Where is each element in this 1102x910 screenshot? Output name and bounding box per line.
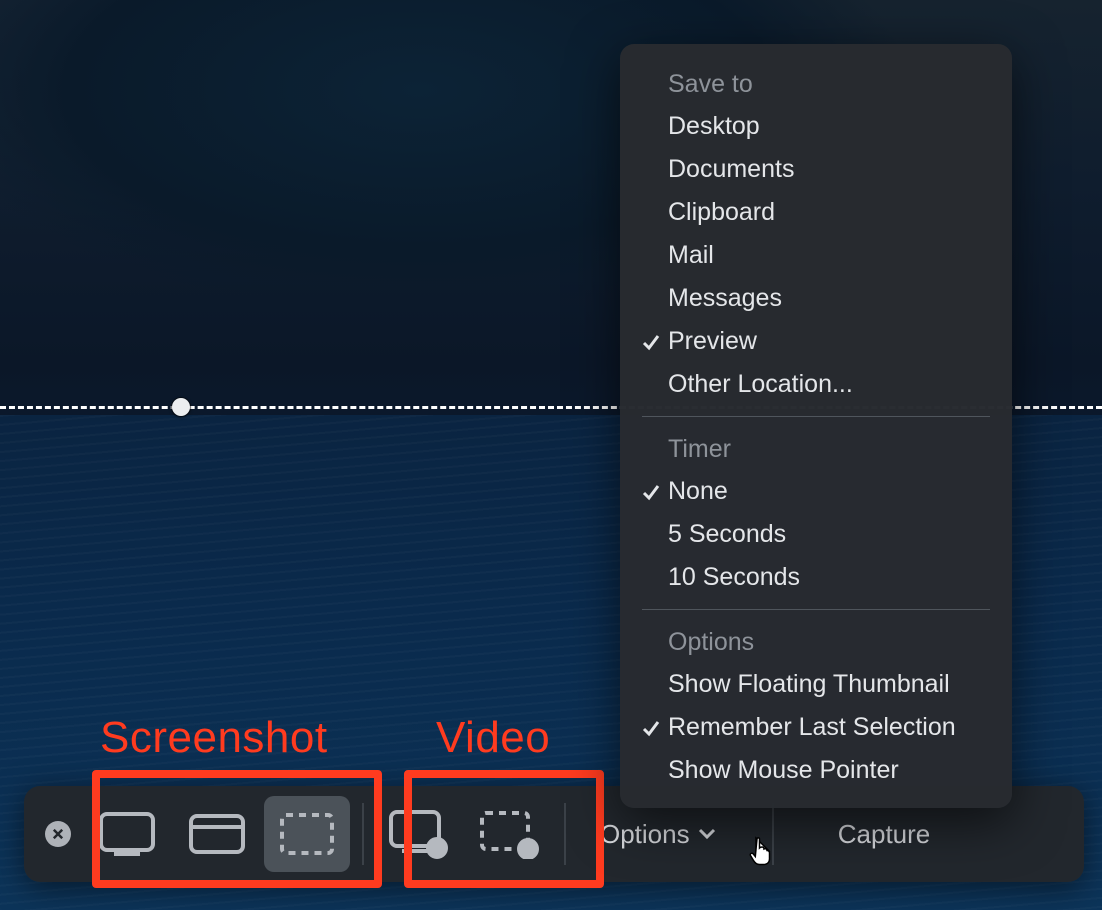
close-button[interactable]: [34, 821, 82, 847]
menu-item-label: 10 Seconds: [668, 563, 800, 592]
menu-item-label: Show Floating Thumbnail: [668, 670, 950, 699]
close-icon: [51, 827, 65, 841]
menu-item-label: Preview: [668, 327, 757, 356]
check-icon: [636, 718, 666, 738]
menu-item[interactable]: Documents: [620, 148, 1012, 191]
menu-item-label: Other Location...: [668, 370, 853, 399]
mouse-cursor-icon: [748, 836, 774, 866]
check-icon: [636, 332, 666, 352]
menu-item-label: Documents: [668, 155, 794, 184]
menu-item-label: 5 Seconds: [668, 520, 786, 549]
menu-item-label: Clipboard: [668, 198, 775, 227]
menu-separator: [642, 416, 990, 417]
menu-section-save-to: Save to: [620, 62, 1012, 105]
menu-item[interactable]: Mail: [620, 234, 1012, 277]
menu-item[interactable]: None: [620, 470, 1012, 513]
menu-item[interactable]: Other Location...: [620, 363, 1012, 406]
menu-item-label: Messages: [668, 284, 782, 313]
menu-item-label: Show Mouse Pointer: [668, 756, 899, 785]
menu-item[interactable]: Show Floating Thumbnail: [620, 663, 1012, 706]
menu-item-label: Desktop: [668, 112, 760, 141]
menu-item[interactable]: 5 Seconds: [620, 513, 1012, 556]
annotation-video-label: Video: [436, 713, 550, 763]
menu-item[interactable]: 10 Seconds: [620, 556, 1012, 599]
menu-item[interactable]: Clipboard: [620, 191, 1012, 234]
annotation-screenshot-label: Screenshot: [100, 713, 328, 763]
menu-item[interactable]: Preview: [620, 320, 1012, 363]
menu-item-label: None: [668, 477, 728, 506]
menu-item[interactable]: Desktop: [620, 105, 1012, 148]
menu-item[interactable]: Show Mouse Pointer: [620, 749, 1012, 792]
menu-section-options: Options: [620, 620, 1012, 663]
annotation-screenshot-box: [92, 770, 382, 888]
selection-handle[interactable]: [172, 398, 190, 416]
menu-item[interactable]: Messages: [620, 277, 1012, 320]
chevron-down-icon: [698, 828, 716, 840]
options-menu: Save to Desktop Documents Clipboard Mail Mes…: [620, 44, 1012, 808]
menu-separator-2: [642, 609, 990, 610]
check-icon: [636, 482, 666, 502]
annotation-video-box: [404, 770, 604, 888]
menu-section-timer: Timer: [620, 427, 1012, 470]
options-button-label: Options: [600, 819, 690, 850]
menu-item[interactable]: Remember Last Selection: [620, 706, 1012, 749]
capture-button-label: Capture: [838, 819, 931, 850]
menu-item-label: Mail: [668, 241, 714, 270]
menu-item-label: Remember Last Selection: [668, 713, 956, 742]
